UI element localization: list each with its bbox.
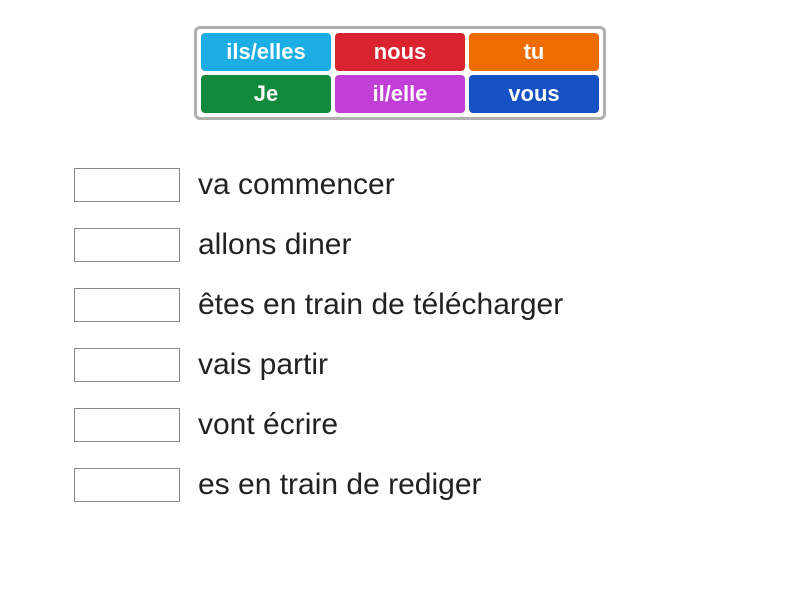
tile-row-bottom: Je il/elle vous bbox=[201, 75, 599, 113]
drop-slot-1[interactable] bbox=[74, 228, 180, 262]
list-item: va commencer bbox=[74, 155, 563, 215]
list-item: allons diner bbox=[74, 215, 563, 275]
phrase-text: vont écrire bbox=[198, 410, 338, 440]
tile-ils-elles[interactable]: ils/elles bbox=[201, 33, 331, 71]
phrase-text: es en train de rediger bbox=[198, 470, 482, 500]
tile-vous[interactable]: vous bbox=[469, 75, 599, 113]
list-item: vais partir bbox=[74, 335, 563, 395]
tile-je[interactable]: Je bbox=[201, 75, 331, 113]
tile-nous[interactable]: nous bbox=[335, 33, 465, 71]
list-item: es en train de rediger bbox=[74, 455, 563, 515]
drop-slot-0[interactable] bbox=[74, 168, 180, 202]
phrase-text: vais partir bbox=[198, 350, 328, 380]
drop-slot-2[interactable] bbox=[74, 288, 180, 322]
phrase-text: allons diner bbox=[198, 230, 351, 260]
drop-slot-3[interactable] bbox=[74, 348, 180, 382]
tile-tu[interactable]: tu bbox=[469, 33, 599, 71]
exercise-stage: ils/elles nous tu Je il/elle vous va com… bbox=[0, 0, 800, 600]
phrase-text: va commencer bbox=[198, 170, 395, 200]
tile-bank: ils/elles nous tu Je il/elle vous bbox=[194, 26, 606, 120]
sentence-list: va commencer allons diner êtes en train … bbox=[74, 155, 563, 515]
list-item: vont écrire bbox=[74, 395, 563, 455]
phrase-text: êtes en train de télécharger bbox=[198, 290, 563, 320]
tile-row-top: ils/elles nous tu bbox=[201, 33, 599, 71]
drop-slot-4[interactable] bbox=[74, 408, 180, 442]
drop-slot-5[interactable] bbox=[74, 468, 180, 502]
list-item: êtes en train de télécharger bbox=[74, 275, 563, 335]
tile-il-elle[interactable]: il/elle bbox=[335, 75, 465, 113]
